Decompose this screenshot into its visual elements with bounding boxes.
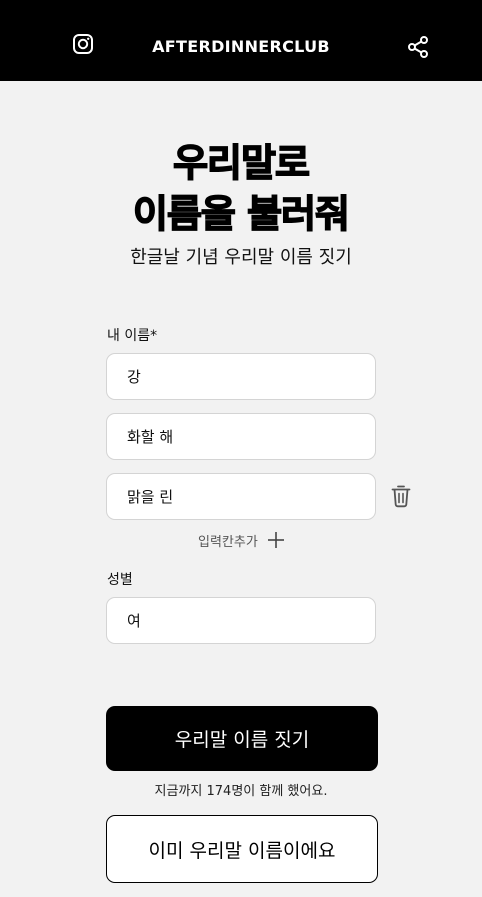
gender-label: 성별 [107,572,133,588]
share-icon[interactable] [406,35,430,59]
page-title: 우리말로 이름을 불러줘 [0,138,482,240]
title-line-2: 이름을 불러줘 [132,191,351,237]
make-name-button[interactable]: 우리말 이름 짓기 [106,706,378,771]
name-label: 내 이름* [107,328,158,344]
gender-select[interactable]: 여 [106,597,376,644]
add-field-label: 입력칸추가 [198,534,258,550]
name-field-1[interactable]: 강 [106,353,376,400]
participant-count: 지금까지 174명이 함께 했어요. [154,784,328,799]
name-field-2[interactable]: 화할 해 [106,413,376,460]
top-bar: AFTERDINNERCLUB [0,0,482,81]
page-subtitle: 한글날 기념 우리말 이름 짓기 [130,247,352,268]
add-field-button[interactable]: 입력칸추가 [198,530,286,550]
trash-icon[interactable] [390,484,412,508]
plus-icon [267,532,284,548]
already-korean-name-button[interactable]: 이미 우리말 이름이에요 [106,815,378,883]
name-field-3[interactable]: 맑을 린 [106,473,376,520]
title-line-1: 우리말로 [172,140,310,186]
